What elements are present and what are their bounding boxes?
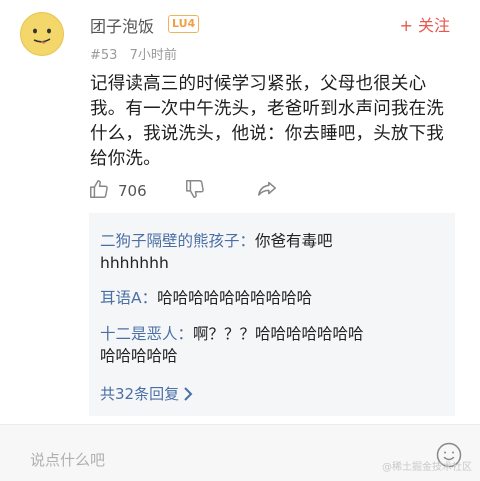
reply-text: 哈哈哈哈哈哈哈哈哈哈 bbox=[157, 289, 313, 307]
share-icon[interactable] bbox=[256, 178, 278, 204]
reply-text: 你爸有毒吧 bbox=[255, 232, 333, 250]
post-line: 给你洗。 bbox=[90, 149, 161, 169]
more-replies-label: 共32条回复 bbox=[100, 385, 180, 403]
level-badge: LU4 bbox=[168, 15, 200, 33]
reply-nickname[interactable]: 耳语A： bbox=[100, 289, 157, 307]
comment-input[interactable]: 说点什么吧 bbox=[30, 449, 105, 470]
post-actions: 706 bbox=[88, 178, 458, 204]
post-content: 记得读高三的时候学习紧张，父母也很关心 我。有一次中午洗头，老爸听到水声问我在洗… bbox=[90, 72, 452, 172]
floor-number: #53 bbox=[90, 48, 118, 63]
username[interactable]: 团子泡饭 bbox=[90, 13, 154, 37]
reply-text: hhhhhhh bbox=[100, 254, 169, 272]
post-line: 我。有一次中午洗头，老爸听到水声问我在洗 bbox=[90, 99, 444, 119]
reply-item[interactable]: 耳语A：哈哈哈哈哈哈哈哈哈哈 bbox=[100, 287, 444, 309]
post-meta: #53 7小时前 bbox=[90, 44, 185, 63]
reply-nickname[interactable]: 十二是恶人： bbox=[100, 325, 193, 343]
thumbs-up-icon[interactable] bbox=[88, 178, 110, 204]
reply-item[interactable]: 十二是恶人：啊？？？哈哈哈哈哈哈哈 哈哈哈哈哈 bbox=[100, 323, 444, 367]
reply-nickname[interactable]: 二狗子隔壁的熊孩子： bbox=[100, 232, 255, 250]
reply-item[interactable]: 二狗子隔壁的熊孩子：你爸有毒吧 hhhhhhh bbox=[100, 230, 444, 274]
more-replies-link[interactable]: 共32条回复 bbox=[100, 383, 193, 404]
avatar[interactable] bbox=[20, 12, 64, 56]
avatar-face-icon bbox=[22, 14, 62, 54]
like-count: 706 bbox=[118, 182, 147, 200]
post-time: 7小时前 bbox=[129, 48, 177, 63]
thumbs-down-icon[interactable] bbox=[184, 178, 206, 204]
watermark: @稀土掘金技术社区 bbox=[382, 462, 472, 473]
reply-text: 哈哈哈哈哈 bbox=[100, 347, 178, 365]
follow-button[interactable]: + 关注 bbox=[400, 12, 451, 36]
post-line: 什么，我说洗头，他说：你去睡吧，头放下我 bbox=[90, 124, 444, 144]
reply-text: 啊？？？哈哈哈哈哈哈哈 bbox=[193, 325, 364, 343]
reply-box: 二狗子隔壁的熊孩子：你爸有毒吧 hhhhhhh 耳语A：哈哈哈哈哈哈哈哈哈哈 十… bbox=[89, 213, 455, 416]
chevron-right-icon bbox=[184, 387, 193, 401]
post-line: 记得读高三的时候学习紧张，父母也很关心 bbox=[90, 74, 427, 94]
